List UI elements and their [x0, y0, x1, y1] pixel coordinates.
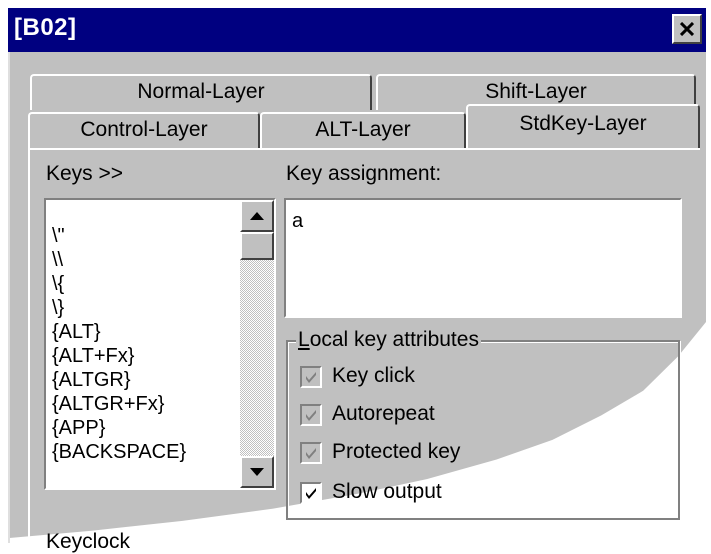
key-assignment-dialog: [B02] Normal-Layer Shift-Layer Control-L…	[0, 0, 711, 553]
close-icon	[680, 22, 694, 36]
tab-stdkey-layer[interactable]: StdKey-Layer	[466, 104, 700, 148]
window-title: [B02]	[14, 14, 77, 41]
title-bar: [B02]	[8, 8, 706, 52]
tab-label: Shift-Layer	[485, 80, 587, 103]
tab-control-layer[interactable]: Control-Layer	[28, 112, 260, 148]
tab-label: Control-Layer	[80, 118, 208, 141]
tab-label: StdKey-Layer	[519, 112, 647, 135]
tab-label: ALT-Layer	[315, 118, 411, 141]
close-button[interactable]	[672, 14, 702, 44]
tab-label: Normal-Layer	[137, 80, 265, 103]
tab-alt-layer[interactable]: ALT-Layer	[260, 112, 466, 148]
dialog-left-edge	[8, 52, 10, 543]
tab-normal-layer[interactable]: Normal-Layer	[30, 74, 372, 110]
tab-panel	[28, 148, 700, 543]
